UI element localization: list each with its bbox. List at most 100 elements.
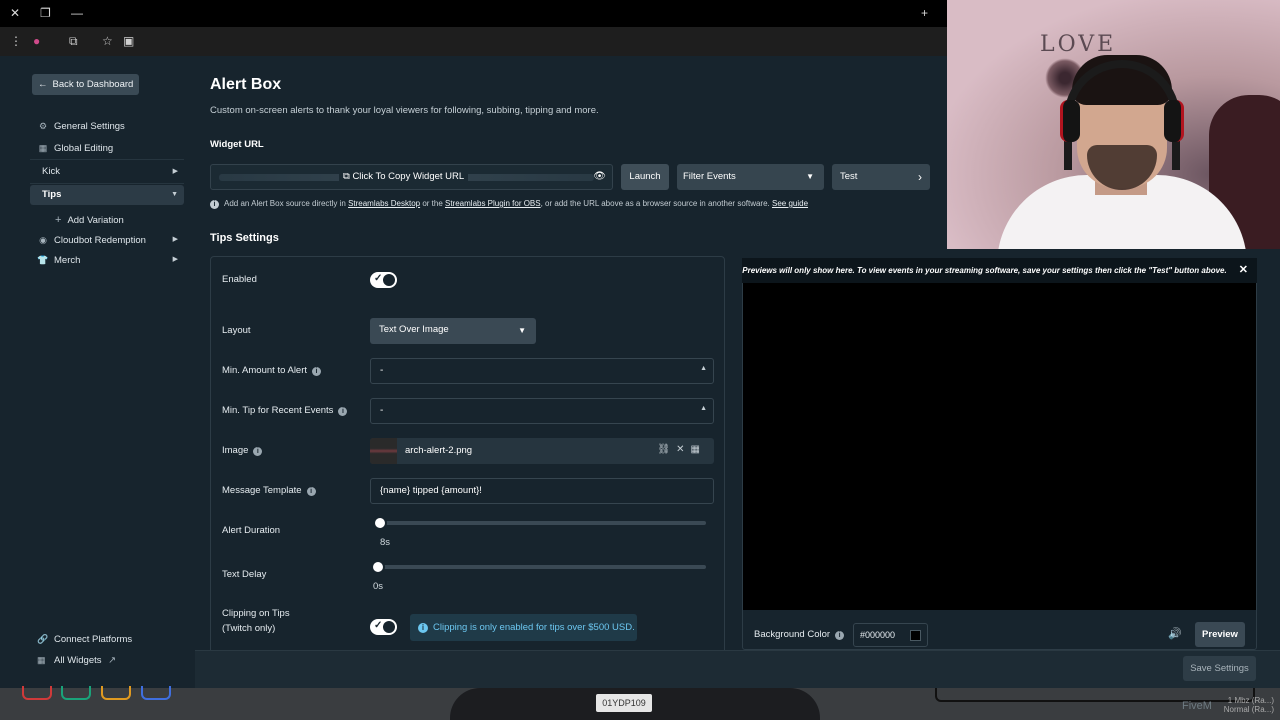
browser-tab-bar: ✕ ❐ — + (0, 0, 947, 27)
streamlabs-obs-plugin-link[interactable]: Streamlabs Plugin for OBS (445, 199, 541, 208)
sidebar-item-merch[interactable]: 👕 Merch ▶ (30, 250, 184, 270)
slider-handle[interactable] (373, 516, 387, 530)
extension-icon[interactable]: ● (33, 34, 40, 48)
toggle-knob (383, 274, 395, 286)
preview-button[interactable]: Preview (1195, 622, 1245, 647)
alert-duration-slider[interactable] (373, 516, 706, 530)
check-icon: ✓ (374, 273, 383, 284)
widget-url-field[interactable]: ⧉ Click To Copy Widget URL 👁 (210, 164, 613, 190)
min-amount-label: Min. Amount to Alert i (222, 365, 322, 376)
desktop-background: 01YDP109 1 Mbz (Ra...) Normal (Ra...) (0, 686, 1280, 720)
arrow-left-icon: ← (38, 79, 48, 90)
min-tip-input[interactable]: - ▲ (370, 398, 714, 424)
taskbar-app-icon[interactable] (22, 686, 52, 700)
sidebar-item-tips[interactable]: Tips ▼ (30, 185, 184, 205)
divider (30, 159, 184, 160)
layout-select[interactable]: Text Over Image ▼ (370, 318, 536, 344)
chevron-right-icon: › (918, 170, 922, 184)
close-icon[interactable]: ✕ (1239, 258, 1248, 283)
connect-platforms-link[interactable]: 🔗 Connect Platforms (37, 634, 132, 645)
caret-down-icon: ▼ (518, 326, 526, 335)
page-title: Alert Box (210, 76, 282, 93)
new-tab-icon[interactable]: + (921, 6, 928, 20)
cloudbot-icon: ◉ (39, 235, 47, 245)
color-swatch[interactable] (910, 630, 921, 641)
add-variation-button[interactable]: + Add Variation (55, 214, 124, 226)
streamlabs-desktop-link[interactable]: Streamlabs Desktop (348, 199, 420, 208)
sidebar-item-kick[interactable]: Kick ▶ (30, 162, 184, 182)
min-amount-input[interactable]: - ▲ (370, 358, 714, 384)
headset (1064, 60, 1180, 170)
message-template-label: Message Template i (222, 485, 316, 496)
cast-icon[interactable]: ▣ (123, 34, 134, 48)
extension-puzzle-icon[interactable]: ⧉ (69, 34, 78, 49)
chevron-right-icon: ▶ (172, 168, 178, 175)
toggle-knob (383, 621, 395, 633)
clipping-info-note: i Clipping is only enabled for tips over … (410, 614, 637, 641)
text-delay-slider[interactable] (371, 560, 706, 574)
background-color-input[interactable]: #000000 (853, 623, 928, 647)
sidebar-item-cloudbot-redemption[interactable]: ◉ Cloudbot Redemption ▶ (30, 230, 184, 250)
info-text: i Add an Alert Box source directly in Str… (210, 199, 808, 209)
headset-ear-left (1060, 100, 1080, 142)
restore-icon[interactable]: ❐ (40, 6, 51, 20)
see-guide-link[interactable]: See guide (772, 199, 808, 208)
volume-icon[interactable]: 🔊 (1168, 627, 1182, 640)
grid-icon: ▦ (37, 655, 46, 665)
help-icon[interactable]: i (306, 487, 316, 496)
clipping-label: Clipping on Tips (Twitch only) (222, 608, 290, 634)
shirt-icon: 👕 (37, 255, 49, 265)
launch-button[interactable]: Launch (621, 164, 669, 190)
save-settings-button[interactable]: Save Settings (1183, 656, 1256, 681)
headset-ear-right (1164, 100, 1184, 142)
back-to-dashboard-button[interactable]: ← Back to Dashboard (32, 74, 140, 95)
filter-events-dropdown[interactable]: Filter Events ▼ (677, 164, 824, 190)
menu-icon[interactable]: ⋮ (10, 34, 22, 48)
image-thumbnail (370, 438, 397, 464)
enabled-toggle[interactable]: ✓ (370, 272, 397, 288)
info-icon: i (418, 623, 428, 633)
all-widgets-link[interactable]: ▦ All Widgets ↗ (37, 655, 116, 666)
page-subtitle: Custom on-screen alerts to thank your lo… (210, 105, 599, 116)
help-icon[interactable]: i (835, 631, 845, 640)
webcam-overlay: LOVE (947, 0, 1280, 249)
watermark: FiveM (1182, 700, 1212, 712)
help-icon[interactable]: i (338, 407, 348, 416)
enabled-label: Enabled (222, 274, 257, 285)
caret-down-icon: ▼ (806, 172, 814, 181)
check-icon: ✓ (374, 620, 383, 631)
help-icon[interactable]: i (253, 447, 263, 456)
text-delay-label: Text Delay (222, 569, 267, 580)
grid-icon: ▦ (38, 143, 48, 153)
sidebar-item-global-editing[interactable]: ▦ Global Editing (30, 138, 184, 158)
taskbar-app-icon[interactable] (61, 686, 91, 700)
min-tip-label: Min. Tip for Recent Events i (222, 405, 348, 416)
help-icon[interactable]: i (312, 367, 322, 376)
alert-duration-label: Alert Duration (222, 525, 281, 536)
taskbar-app-icon[interactable] (101, 686, 131, 700)
background-color-label: Background Color i (754, 629, 845, 640)
close-icon[interactable]: ✕ (676, 444, 690, 455)
license-plate: 01YDP109 (596, 694, 652, 712)
alert-duration-value: 8s (380, 537, 391, 548)
sidebar-item-general-settings[interactable]: ⚙ General Settings (30, 116, 184, 136)
footer-bar (195, 650, 1280, 688)
taskbar-app-icon[interactable] (141, 686, 171, 700)
clipping-toggle[interactable]: ✓ (370, 619, 397, 635)
spinner-up-icon[interactable]: ▲ (700, 357, 707, 381)
tips-settings-heading: Tips Settings (210, 232, 279, 244)
image-field[interactable]: arch-alert-2.png ⛓✕▦ (370, 438, 714, 464)
eye-icon[interactable]: 👁 (593, 171, 606, 182)
spinner-up-icon[interactable]: ▲ (700, 397, 707, 421)
minimize-icon[interactable]: — (71, 6, 83, 20)
message-template-input[interactable]: {name} tipped {amount}! (370, 478, 714, 504)
test-button[interactable]: Test › (832, 164, 930, 190)
grid-icon[interactable]: ▦ (691, 444, 706, 455)
copy-widget-url-button[interactable]: ⧉ Click To Copy Widget URL (339, 171, 469, 182)
link-icon[interactable]: ⛓ (657, 444, 676, 455)
chevron-right-icon: ▶ (172, 236, 178, 243)
layout-label: Layout (222, 325, 251, 336)
bookmark-icon[interactable]: ☆ (102, 34, 113, 48)
slider-handle[interactable] (371, 560, 385, 574)
close-icon[interactable]: ✕ (10, 6, 20, 20)
